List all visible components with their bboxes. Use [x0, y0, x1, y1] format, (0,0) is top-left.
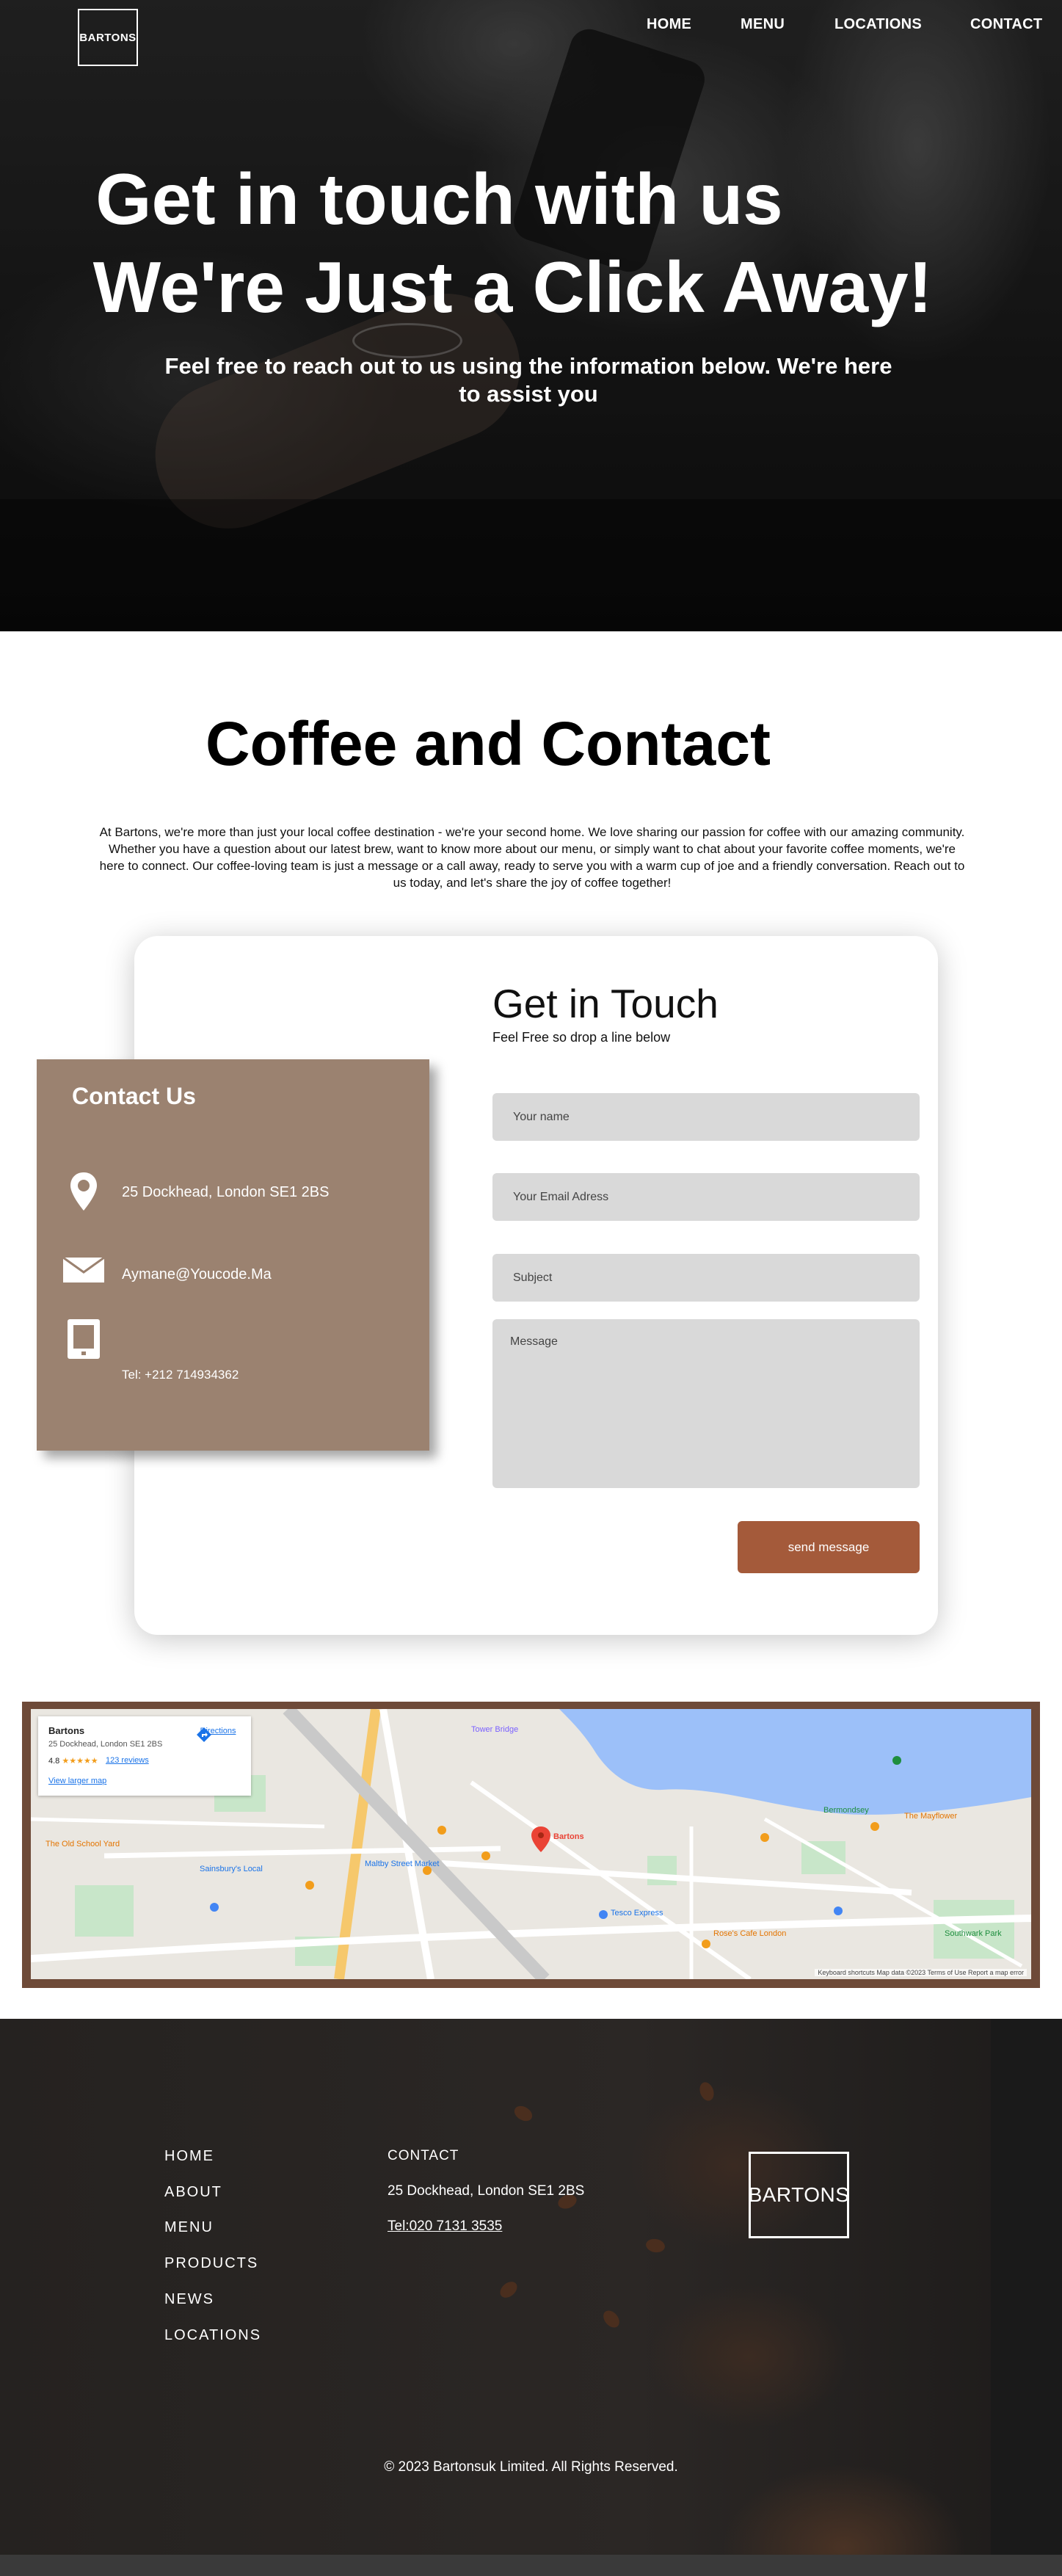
- intro-text: At Bartons, we're more than just your lo…: [99, 825, 965, 890]
- map-label-roses-cafe: Rose's Cafe London: [713, 1929, 787, 1938]
- form-title: Get in Touch: [492, 981, 719, 1026]
- contact-email-row: Aymane@Youcode.Ma: [37, 1252, 429, 1296]
- footer-bg-bottom: [0, 2555, 1062, 2576]
- hero-section: BARTONS HOME MENU LOCATIONS CONTACT Get …: [0, 0, 1062, 631]
- name-input[interactable]: [492, 1093, 920, 1141]
- map-label-bermondsey: Bermondsey: [823, 1806, 869, 1815]
- nav-locations[interactable]: LOCATIONS: [834, 16, 922, 33]
- map-place-address: 25 Dockhead, London SE1 2BS: [48, 1740, 163, 1749]
- contact-address: 25 Dockhead, London SE1 2BS: [122, 1184, 330, 1200]
- footer-phone-link[interactable]: Tel:020 7131 3535: [388, 2218, 502, 2235]
- nav-menu[interactable]: MENU: [741, 16, 785, 33]
- contact-phone[interactable]: Tel: +212 714934362: [122, 1368, 239, 1382]
- coffee-bean-decoration: [644, 2237, 666, 2254]
- map-place-name: Bartons: [48, 1725, 85, 1736]
- hero-subtitle: Feel free to reach out to us using the i…: [164, 353, 892, 407]
- intro-title: Coffee and Contact: [205, 709, 771, 778]
- map-label-southwark-park: Southwark Park: [945, 1929, 1002, 1938]
- map-rating-value: 4.8: [48, 1757, 60, 1766]
- footer: HOME ABOUT MENU PRODUCTS NEWS LOCATIONS …: [0, 2019, 1062, 2576]
- map-place-card: Bartons 25 Dockhead, London SE1 2BS 4.8 …: [38, 1716, 251, 1796]
- hero-title-line1: Get in touch with us: [95, 159, 783, 239]
- footer-nav-products[interactable]: PRODUCTS: [164, 2255, 258, 2272]
- footer-contact-title: CONTACT: [388, 2148, 459, 2163]
- email-input[interactable]: [492, 1173, 920, 1221]
- subject-input[interactable]: [492, 1254, 920, 1302]
- nav-home[interactable]: HOME: [647, 16, 691, 33]
- map-pin-icon: [70, 1172, 97, 1211]
- contact-email[interactable]: Aymane@Youcode.Ma: [122, 1266, 272, 1283]
- footer-nav-home[interactable]: HOME: [164, 2148, 214, 2165]
- map-label-maltby-street: Maltby Street Market: [365, 1860, 440, 1868]
- tablet-icon: [68, 1319, 100, 1359]
- map-label-mayflower: The Mayflower: [904, 1812, 958, 1821]
- footer-nav-about[interactable]: ABOUT: [164, 2184, 222, 2201]
- coffee-bean-decoration: [512, 2102, 535, 2125]
- map-label-tesco: Tesco Express: [611, 1909, 663, 1918]
- form-subtitle: Feel Free so drop a line below: [492, 1030, 671, 1045]
- map-rating-stars: ★★★★★: [62, 1757, 98, 1766]
- map-label-old-school-yard: The Old School Yard: [46, 1840, 120, 1848]
- map-frame: Bartons Tower Bridge Maltby Street Marke…: [22, 1702, 1040, 1988]
- coffee-bean-decoration: [497, 2278, 520, 2301]
- copyright-text: © 2023 Bartonsuk Limited. All Rights Res…: [384, 2459, 678, 2475]
- embedded-map[interactable]: Bartons Tower Bridge Maltby Street Marke…: [31, 1709, 1031, 1979]
- footer-nav-locations[interactable]: LOCATIONS: [164, 2327, 261, 2344]
- map-label-tower-bridge: Tower Bridge: [471, 1725, 519, 1734]
- nav-contact[interactable]: CONTACT: [970, 16, 1042, 33]
- contact-phone-row: Tel: +212 714934362: [37, 1316, 429, 1382]
- send-message-button[interactable]: send message: [738, 1521, 920, 1573]
- footer-nav-menu[interactable]: MENU: [164, 2219, 214, 2236]
- coffee-bean-decoration: [697, 2080, 716, 2103]
- map-label-sainsburys: Sainsbury's Local: [200, 1865, 263, 1873]
- map-reviews-link[interactable]: 123 reviews: [106, 1756, 149, 1765]
- footer-nav-news[interactable]: NEWS: [164, 2291, 214, 2308]
- contact-info-title: Contact Us: [72, 1083, 196, 1109]
- footer-logo[interactable]: BARTONS: [749, 2152, 849, 2238]
- envelope-icon: [62, 1256, 105, 1282]
- footer-bg-strip: [991, 2019, 1062, 2576]
- footer-address: 25 Dockhead, London SE1 2BS: [388, 2183, 585, 2199]
- contact-address-row: 25 Dockhead, London SE1 2BS: [37, 1169, 429, 1213]
- map-label-bartons: Bartons: [553, 1832, 584, 1841]
- main-nav: HOME MENU LOCATIONS CONTACT: [0, 16, 1062, 38]
- message-textarea[interactable]: [492, 1319, 920, 1488]
- map-attribution[interactable]: Keyboard shortcuts Map data ©2023 Terms …: [815, 1969, 1027, 1976]
- contact-info-panel: Contact Us 25 Dockhead, London SE1 2BS A…: [37, 1059, 429, 1451]
- hero-title-line2: We're Just a Click Away!: [92, 247, 933, 327]
- coffee-bean-decoration: [600, 2307, 623, 2331]
- map-rating: 4.8 ★★★★★: [48, 1756, 98, 1766]
- directions-icon: [197, 1727, 211, 1742]
- view-larger-map-link[interactable]: View larger map: [48, 1777, 106, 1785]
- map-directions-button[interactable]: Directions: [196, 1727, 240, 1742]
